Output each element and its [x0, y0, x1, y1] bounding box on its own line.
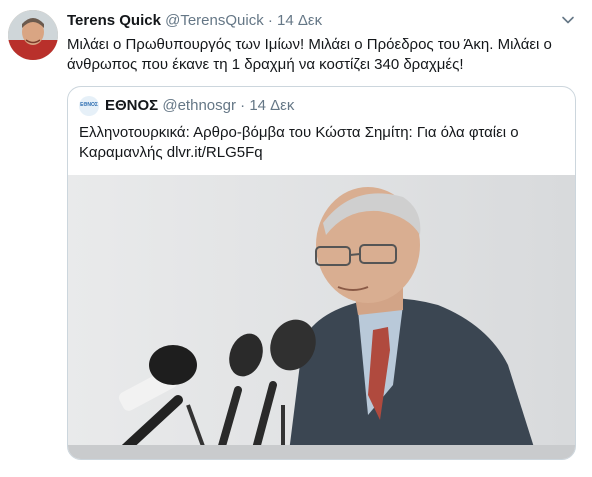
tweet[interactable]: Terens Quick @TerensQuick · 14 Δεκ Μιλάε… [0, 0, 592, 477]
user-avatar[interactable] [8, 10, 58, 60]
quoted-text: Ελληνοτουρκικά: Αρθρο-βόμβα του Κώστα Ση… [79, 124, 519, 161]
user-handle[interactable]: @TerensQuick [165, 12, 264, 29]
logo-text: ΕΘΝΟΣ [80, 102, 98, 108]
tweet-text: Μιλάει ο Πρωθυπουργός των Ιμίων! Μιλάει … [67, 36, 552, 73]
tweet-actions-area [67, 463, 587, 477]
quoted-separator: · [240, 97, 246, 114]
ethnos-logo[interactable]: ΕΘΝΟΣ [79, 96, 99, 116]
tweet-date[interactable]: 14 Δεκ [277, 12, 322, 29]
display-name[interactable]: Terens Quick [67, 12, 161, 29]
quoted-tweet[interactable]: ΕΘΝΟΣ ΕΘΝΟΣ @ethnosgr · 14 Δεκ Ελληνοτου… [67, 86, 576, 460]
tweet-header: Terens Quick @TerensQuick · 14 Δεκ [67, 11, 322, 31]
separator: · [267, 12, 273, 29]
quoted-header: ΕΘΝΟΣ @ethnosgr · 14 Δεκ [105, 96, 294, 116]
quoted-display-name[interactable]: ΕΘΝΟΣ [105, 97, 158, 114]
quoted-date[interactable]: 14 Δεκ [249, 97, 294, 114]
speaker-at-podium-photo[interactable] [68, 175, 575, 459]
quoted-handle[interactable]: @ethnosgr [162, 97, 236, 114]
chevron-down-icon[interactable] [560, 12, 576, 28]
